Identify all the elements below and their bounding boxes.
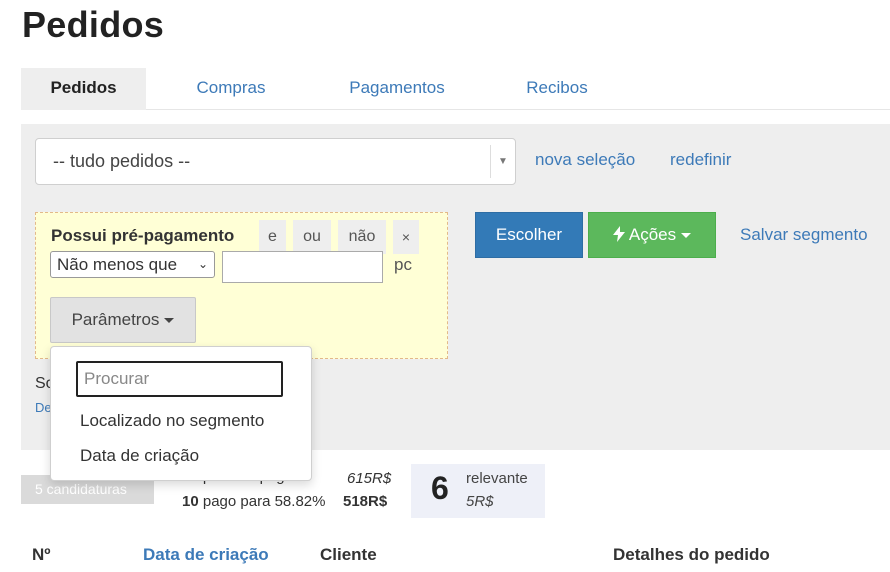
caret-down-icon <box>681 233 692 239</box>
header-order-details: Detalhes do pedido <box>613 545 770 564</box>
close-icon[interactable]: × <box>393 220 419 254</box>
paid-for-value: 518R$ <box>343 493 388 510</box>
unit-label: pc <box>394 255 412 274</box>
paid-orders-value: 615R$ <box>347 470 392 487</box>
parameters-dropdown: Procurar Localizado no segmento Data de … <box>50 346 312 481</box>
amount-input[interactable] <box>222 251 383 283</box>
actions-button-label: Ações <box>628 225 677 244</box>
relevant-count: 6 <box>431 470 449 506</box>
header-created-date[interactable]: Data de criação <box>143 545 269 565</box>
tab-pagamentos[interactable]: Pagamentos <box>326 68 468 110</box>
bolt-icon <box>612 226 625 242</box>
paid-for-label: pago para 58.82% <box>202 493 326 510</box>
relevant-value: 5R$ <box>466 493 494 510</box>
new-selection-link[interactable]: nova seleção <box>535 150 635 170</box>
header-client: Cliente <box>320 545 377 564</box>
condition-select-value: Não menos que <box>57 255 178 274</box>
condition-select[interactable]: Não menos que ⌄ <box>50 251 215 278</box>
op-or-button[interactable]: ou <box>293 220 331 254</box>
dropdown-item-segment[interactable]: Localizado no segmento <box>80 411 264 431</box>
actions-button[interactable]: Ações <box>588 212 716 258</box>
relevant-stat-box: 6 relevante 5R$ <box>411 464 545 518</box>
dropdown-item-created[interactable]: Data de criação <box>80 446 199 466</box>
tab-compras[interactable]: Compras <box>166 68 296 110</box>
save-segment-link[interactable]: Salvar segmento <box>740 225 868 245</box>
tab-pedidos[interactable]: Pedidos <box>21 68 146 110</box>
op-and-button[interactable]: e <box>259 220 286 254</box>
chevron-down-icon: ⌄ <box>197 257 208 271</box>
header-number: Nº <box>32 545 51 564</box>
tab-bar: Pedidos Compras Pagamentos Recibos <box>21 68 890 110</box>
reset-link[interactable]: redefinir <box>670 150 731 170</box>
paid-for-count: 10 <box>182 493 199 510</box>
segment-select-value: -- tudo pedidos -- <box>53 151 191 171</box>
paid-for-line: 10 pago para 58.82% <box>182 493 325 510</box>
parameters-button-label: Parâmetros <box>71 310 160 329</box>
segment-select[interactable]: -- tudo pedidos -- ▼ <box>35 138 516 185</box>
tab-recibos[interactable]: Recibos <box>501 68 613 110</box>
relevant-label: relevante <box>466 470 528 487</box>
dropdown-search-input[interactable]: Procurar <box>76 361 283 397</box>
caret-down-icon <box>164 318 175 324</box>
parameters-button[interactable]: Parâmetros <box>50 297 196 343</box>
choose-button[interactable]: Escolher <box>475 212 583 258</box>
filter-label: Possui pré-pagamento <box>51 226 235 245</box>
chevron-down-icon: ▼ <box>490 145 515 178</box>
op-not-button[interactable]: não <box>338 220 386 254</box>
page-title: Pedidos <box>22 4 165 45</box>
